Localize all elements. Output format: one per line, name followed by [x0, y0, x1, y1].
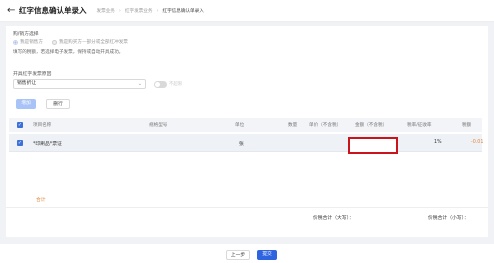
prev-step-button[interactable]: 上一步: [226, 250, 250, 260]
breadcrumb-item[interactable]: 红字发票业务: [125, 8, 153, 14]
cell-tax: -0.01: [471, 140, 484, 145]
radio-seller[interactable]: 我是销售方: [13, 39, 43, 45]
delete-row-button[interactable]: 删行: [46, 99, 70, 109]
col-header-spec: 规格型号: [149, 123, 168, 128]
col-header-price: 单价（不含税）: [309, 123, 342, 128]
toggle-label: 不超限: [169, 82, 183, 87]
radio-dot: [51, 39, 57, 45]
footer-bar: 上一步 提交: [0, 244, 494, 263]
cell-unit[interactable]: 张: [239, 140, 244, 147]
select-value: 销售折让: [17, 81, 37, 86]
breadcrumb-separator: ›: [156, 7, 159, 14]
radio-dot: [13, 39, 18, 45]
col-header-unit: 单位: [235, 123, 245, 128]
breadcrumb-current: 红字信息确认单录入: [162, 8, 204, 14]
col-header-tax: 税额: [462, 123, 472, 128]
select-all-checkbox[interactable]: ✓: [17, 122, 23, 128]
identity-label: 购/销方选择: [13, 32, 39, 37]
breadcrumb-separator: ›: [118, 7, 121, 14]
identity-radio-group: 我是销售方 我是购买方—部分或全部红冲发票: [13, 39, 128, 45]
arrow-left-icon[interactable]: ←: [7, 5, 19, 16]
table-header: ✓ 项目名称 规格型号 单位 数量 单价（不含税） 金额（不含税） 税率/征收率…: [9, 118, 482, 132]
cell-name[interactable]: *印刷品*票证: [33, 140, 62, 147]
table-row[interactable]: ✓ *印刷品*票证 张 1% -0.01: [9, 134, 484, 152]
page-title: 红字信息确认单录入: [19, 6, 87, 15]
breadcrumb-item[interactable]: 发票业务: [97, 8, 115, 14]
cell-rate: 1%: [434, 140, 442, 145]
chevron-down-icon: ⌄: [137, 81, 142, 87]
radio-buyer[interactable]: 我是购买方—部分或全部红冲发票: [51, 39, 128, 45]
page-header: ← 红字信息确认单录入 发票业务 › 红字发票业务 › 红字信息确认单录入: [0, 0, 494, 22]
tip-text: 填写的税额，若选择电子发票，保持或自动开具成功。: [13, 50, 124, 55]
col-header-amount: 金额（不含税）: [355, 123, 388, 128]
totals-row: 价税合计（大写）： 价税合计（小写）：: [6, 207, 488, 223]
price-tax-lowercase: 价税合计（小写）：: [428, 216, 469, 221]
submit-button[interactable]: 提交: [257, 250, 277, 260]
price-tax-uppercase: 价税合计（大写）：: [313, 216, 354, 221]
invoice-reason-select[interactable]: 销售折让 ⌄: [13, 79, 146, 89]
amount-input-highlighted[interactable]: [348, 137, 398, 154]
total-label: 合计: [36, 198, 46, 203]
limit-toggle[interactable]: [154, 81, 167, 88]
col-header-rate: 税率/征收率: [407, 123, 432, 128]
invoice-reason-label: 开具红字发票原因: [13, 72, 52, 77]
row-checkbox[interactable]: ✓: [17, 140, 23, 146]
radio-label: 我是购买方—部分或全部红冲发票: [58, 40, 128, 45]
add-row-button[interactable]: 增加: [16, 99, 36, 109]
radio-label: 我是销售方: [20, 40, 43, 45]
col-header-name: 项目名称: [33, 123, 52, 128]
col-header-qty: 数量: [288, 123, 298, 128]
